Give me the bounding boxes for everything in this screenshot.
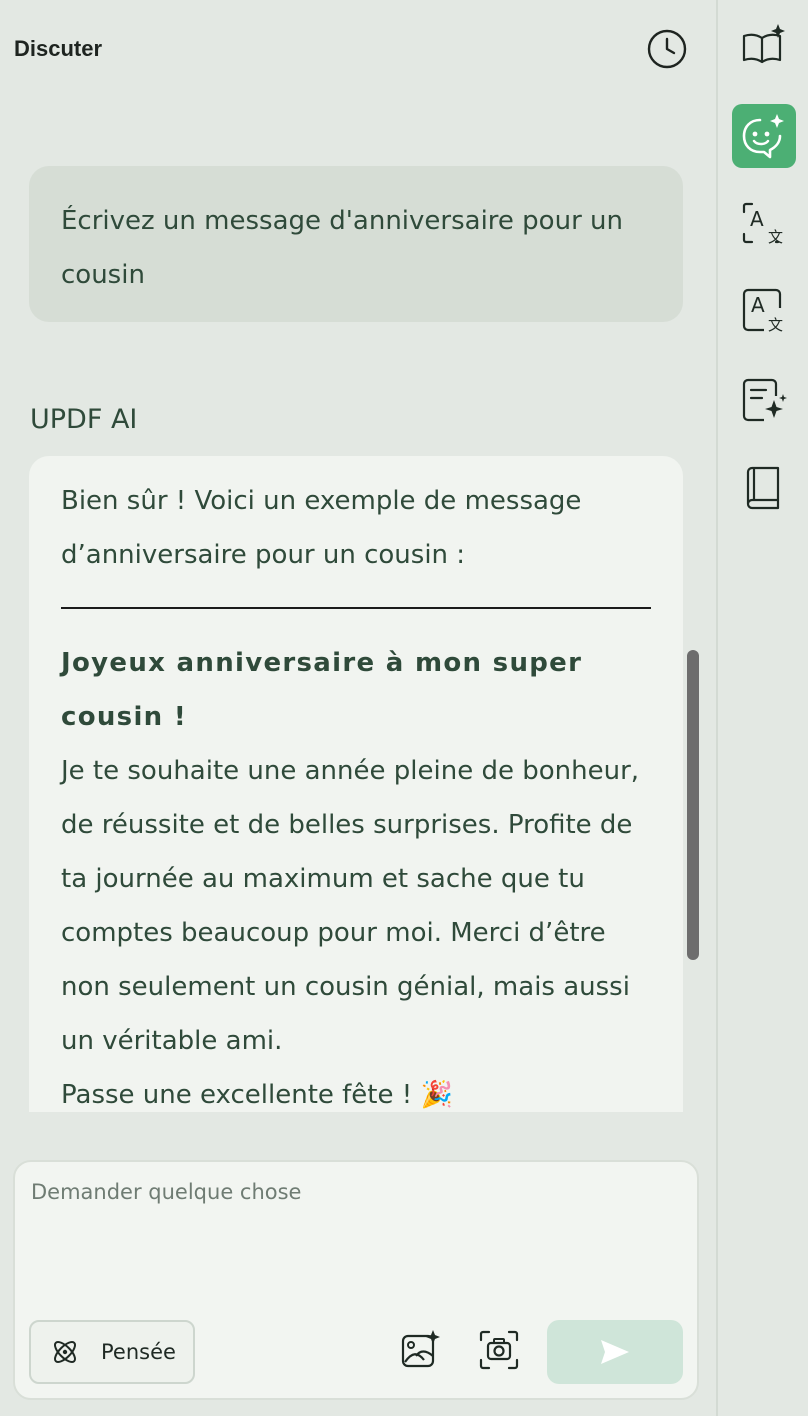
send-icon (601, 1340, 629, 1364)
atom-icon (54, 1341, 76, 1363)
ai-message: Bien sûr ! Voici un exemple de message d… (29, 456, 683, 1112)
svg-text:A: A (750, 207, 764, 231)
chat-ai-icon (742, 114, 784, 159)
ai-intro: Bien sûr ! Voici un exemple de message d… (61, 486, 582, 570)
chat-panel: Discuter Écrivez un message d'anniversai… (0, 0, 716, 1416)
sidebar-item-chat[interactable] (732, 104, 796, 168)
translate-scan-icon: A 文 (742, 202, 783, 246)
chat-scrollbar[interactable] (687, 650, 699, 960)
book-icon (746, 466, 780, 510)
divider-rule (61, 607, 651, 609)
user-message: Écrivez un message d'anniversaire pour u… (29, 166, 683, 322)
send-button[interactable] (547, 1320, 683, 1384)
svg-text:A: A (751, 293, 765, 317)
ai-closing: Passe une excellente fête ! 🎉 (61, 1080, 453, 1110)
history-button[interactable] (646, 28, 688, 70)
book-sparkle-icon (742, 24, 785, 64)
image-sparkle-icon (401, 1330, 440, 1368)
ai-greeting: Joyeux anniversaire à mon super cousin ! (61, 648, 583, 732)
sidebar-item-translate-doc[interactable]: A 文 (732, 278, 796, 342)
sidebar-item-summarize[interactable] (732, 368, 796, 432)
prompt-input[interactable] (31, 1180, 681, 1300)
camera-icon (479, 1330, 519, 1370)
app-root: Discuter Écrivez un message d'anniversai… (0, 0, 808, 1416)
chat-header: Discuter (0, 0, 716, 100)
sidebar-item-read[interactable] (732, 14, 796, 78)
think-toggle-button[interactable]: Pensée (29, 1320, 195, 1384)
translate-document-icon: A 文 (742, 288, 783, 334)
clock-icon (647, 29, 687, 69)
summarize-sparkle-icon (742, 378, 787, 422)
ai-body: Je te souhaite une année pleine de bonhe… (61, 756, 640, 1056)
sidebar-item-knowledge[interactable] (732, 456, 796, 520)
sidebar-item-translate-scan[interactable]: A 文 (732, 192, 796, 256)
screenshot-button[interactable] (477, 1328, 521, 1372)
image-ai-button[interactable] (398, 1328, 442, 1372)
think-label: Pensée (101, 1340, 176, 1364)
ai-label: UPDF AI (30, 404, 138, 435)
svg-text:文: 文 (768, 228, 783, 246)
svg-text:文: 文 (768, 316, 783, 334)
tool-sidebar: A 文 A 文 (718, 0, 808, 1416)
page-title: Discuter (14, 36, 103, 61)
